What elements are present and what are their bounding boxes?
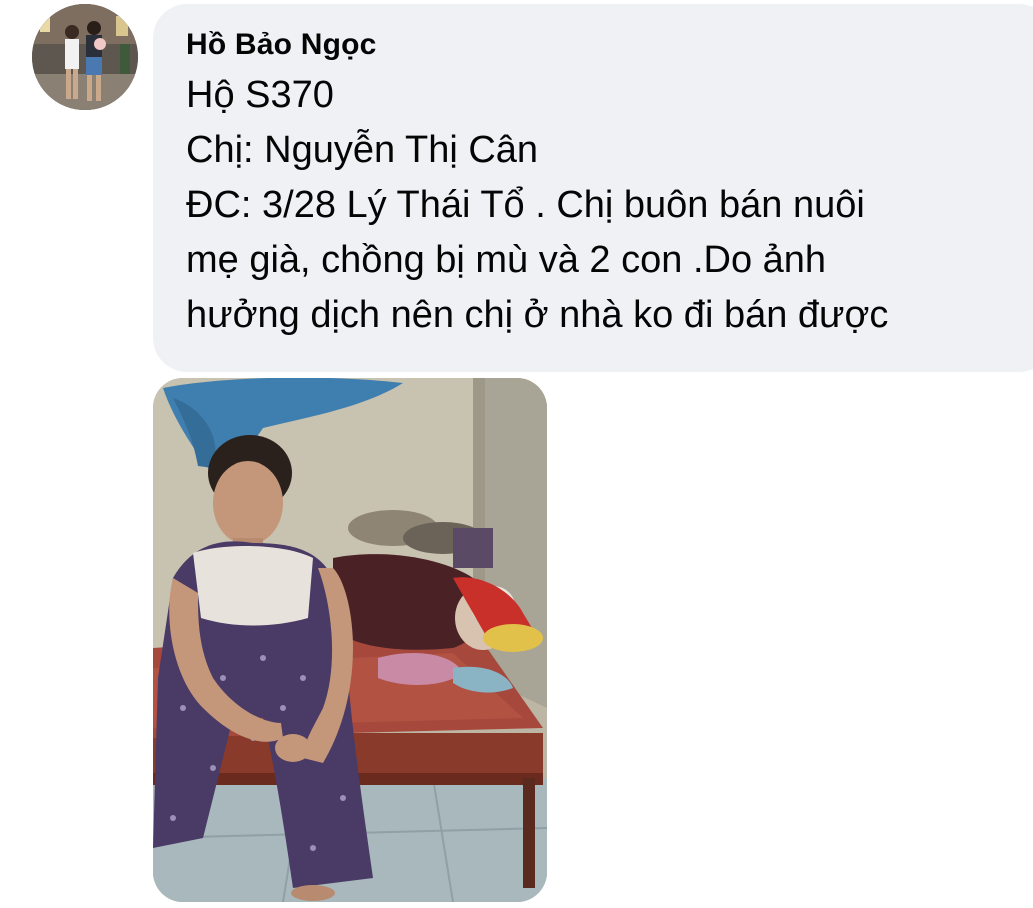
comment-line: ĐC: 3/28 Lý Thái Tổ . Chị buôn bán nuôi xyxy=(186,184,865,226)
author-name[interactable]: Hồ Bảo Ngọc xyxy=(186,24,1033,66)
comment-line: Chị: Nguyễn Thị Cân xyxy=(186,129,539,171)
comment-bubble: Hồ Bảo Ngọc Hộ S370 Chị: Nguyễn Thị Cân … xyxy=(153,4,1033,372)
comment-line: Hộ S370 xyxy=(186,74,334,116)
comment-body: Hộ S370 Chị: Nguyễn Thị Cân ĐC: 3/28 Lý … xyxy=(186,68,1016,343)
comment-line: hưởng dịch nên chị ở nhà ko đi bán được xyxy=(186,294,889,336)
comment-line: mẹ già, chồng bị mù và 2 con .Do ảnh xyxy=(186,239,827,281)
comment-row: Hồ Bảo Ngọc Hộ S370 Chị: Nguyễn Thị Cân … xyxy=(0,0,1033,908)
comment-attached-photo[interactable] xyxy=(153,378,547,902)
photo-image xyxy=(153,378,547,902)
author-avatar[interactable] xyxy=(32,4,138,110)
avatar-photo xyxy=(32,4,138,110)
